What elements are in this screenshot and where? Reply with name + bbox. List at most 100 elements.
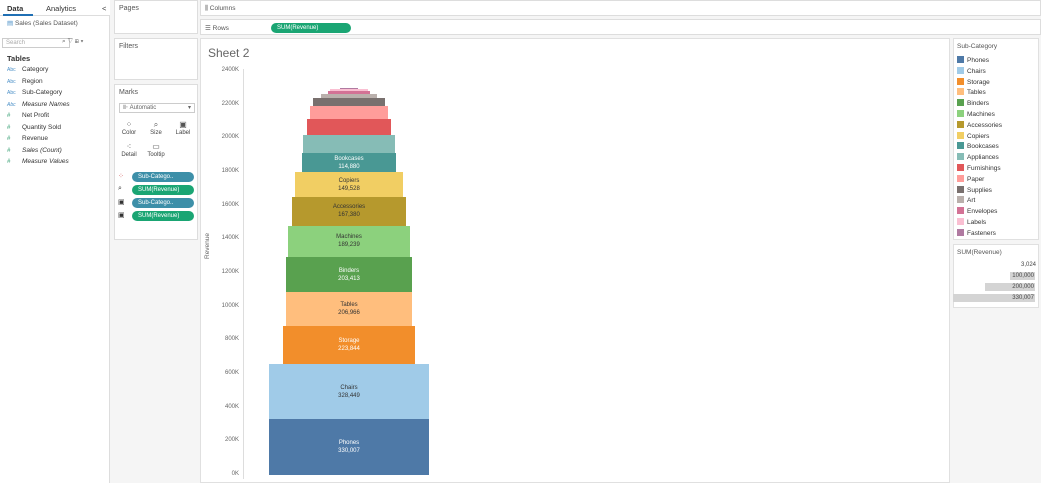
legend-swatch	[957, 142, 964, 150]
funnel-bar-chairs[interactable]: Chairs 328,449	[269, 364, 429, 420]
tab-data[interactable]: Data	[7, 4, 23, 13]
legend-item[interactable]: Storage	[957, 77, 990, 86]
funnel-bar-machines[interactable]: Machines 189,239	[288, 225, 410, 258]
y-tick-label: 400K	[224, 403, 239, 410]
pages-card[interactable]: Pages	[114, 0, 198, 34]
legend-label: Supplies	[967, 186, 992, 194]
legend-item[interactable]: Appliances	[957, 153, 999, 161]
bar-label: Tables	[340, 302, 358, 309]
funnel-bar-accessories[interactable]: Accessories 167,380	[292, 197, 406, 226]
marks-pill-label-revenue[interactable]: SUM(Revenue)	[132, 211, 194, 221]
legend-item[interactable]: Phones	[957, 56, 989, 64]
legend-swatch	[957, 99, 964, 107]
legend-item[interactable]: Chairs	[957, 66, 986, 75]
funnel-bar-bookcases[interactable]: Bookcases 114,880	[301, 152, 397, 173]
bar-label: Accessories	[332, 204, 366, 211]
legend-swatch	[957, 88, 964, 96]
legend-item[interactable]: Copiers	[957, 131, 989, 140]
mark-type-select[interactable]: ⊪ Automatic ▾	[119, 103, 195, 113]
funnel-bar-binders[interactable]: Binders 203,413	[286, 257, 412, 292]
y-tick-label: 800K	[224, 336, 239, 343]
legend-swatch	[957, 110, 964, 117]
funnel-bar-art[interactable]	[321, 93, 377, 99]
funnel-bar-appliances[interactable]	[303, 134, 395, 153]
legend-label: Storage	[967, 78, 990, 86]
legend-item[interactable]: Paper	[957, 174, 985, 183]
legend-item[interactable]: Machines	[957, 110, 995, 118]
legend-item[interactable]: Fasteners	[957, 228, 996, 237]
legend-swatch	[957, 207, 964, 215]
field-item[interactable]: # Quantity Sold	[7, 124, 61, 131]
legend-swatch	[957, 218, 964, 225]
columns-shelf[interactable]: ⫼ Columns	[200, 0, 1041, 16]
legend-label: Paper	[967, 175, 985, 183]
view-options-icon[interactable]: ⊞ ▾	[75, 38, 84, 45]
field-item[interactable]: Abc Region	[7, 78, 43, 85]
field-item[interactable]: Abc Measure Names	[7, 101, 70, 108]
funnel-bar-fasteners[interactable]	[339, 88, 359, 90]
tab-analytics[interactable]: Analytics	[46, 4, 76, 13]
marks-pill-color[interactable]: Sub-Catego..	[132, 172, 194, 182]
legend-item[interactable]: Tables	[957, 88, 986, 96]
detail-button[interactable]: ⁖ Detail	[117, 142, 141, 158]
field-item[interactable]: # Net Profit	[7, 112, 49, 119]
color-icon: ⁘	[125, 120, 133, 129]
size-legend-item: 200,000	[984, 283, 1035, 291]
legend-swatch	[957, 185, 964, 193]
funnel-bar-envelopes[interactable]	[327, 90, 371, 94]
dimension-type-icon: Abc	[7, 101, 16, 108]
funnel-bar-furnishings[interactable]	[306, 119, 392, 135]
legend-swatch	[957, 56, 964, 63]
legend-swatch	[957, 66, 964, 74]
field-item[interactable]: # Measure Values	[7, 158, 69, 165]
size-icon: ⌕	[153, 120, 159, 129]
detail-icon: ⁖	[126, 142, 132, 151]
legend-item[interactable]: Supplies	[957, 185, 992, 194]
size-button[interactable]: ⌕ Size	[144, 120, 168, 136]
rows-shelf[interactable]: ☰ Rows SUM(Revenue)	[200, 19, 1041, 35]
y-tick-label: 2200K	[221, 100, 239, 107]
legend-label: Furnishings	[967, 165, 1001, 172]
rows-pill-revenue[interactable]: SUM(Revenue)	[271, 23, 351, 33]
legend-item[interactable]: Envelopes	[957, 207, 997, 215]
search-icon[interactable]: ⌕	[62, 38, 66, 45]
datasource-icon: ▤	[7, 20, 15, 27]
filters-card[interactable]: Filters	[114, 38, 198, 80]
label-button[interactable]: ▣ Label	[171, 120, 195, 136]
tooltip-button[interactable]: ▭ Tooltip	[144, 142, 168, 158]
datasource-item[interactable]: ▤ Sales (Sales Dataset)	[7, 19, 78, 27]
funnel-bar-paper[interactable]	[309, 106, 388, 120]
legend-item[interactable]: Labels	[957, 218, 986, 226]
funnel-bar-phones[interactable]: Phones 330,007	[269, 419, 429, 475]
funnel-bar-tables[interactable]: Tables 206,966	[285, 291, 413, 327]
collapse-pane-icon[interactable]: <	[102, 4, 106, 13]
field-item[interactable]: Abc Sub-Category	[7, 89, 62, 96]
size-legend-item: 100,000	[1010, 272, 1035, 280]
bar-label: 189,239	[338, 242, 360, 249]
filter-icon[interactable]: ▽	[67, 38, 72, 45]
marks-pill-label-category[interactable]: Sub-Catego..	[132, 198, 194, 208]
legend-item[interactable]: Accessories	[957, 120, 1002, 129]
field-item[interactable]: Abc Category	[7, 66, 48, 73]
funnel-bar-copiers[interactable]: Copiers 149,528	[295, 172, 403, 198]
marks-pill-size[interactable]: SUM(Revenue)	[132, 185, 194, 195]
color-button[interactable]: ⁘ Color	[117, 120, 141, 136]
bar-label: Chairs	[340, 384, 358, 391]
funnel-bar-storage[interactable]: Storage 223,844	[283, 326, 415, 365]
legend-swatch	[957, 120, 964, 128]
field-name: Region	[22, 77, 43, 85]
search-input[interactable]: Search	[2, 38, 70, 48]
funnel-bar-supplies[interactable]	[312, 98, 386, 107]
bar-label: 149,528	[338, 185, 360, 192]
legend-item[interactable]: Furnishings	[957, 164, 1001, 172]
field-name: Sub-Category	[22, 89, 63, 96]
legend-swatch	[957, 228, 964, 236]
field-item[interactable]: # Sales (Count)	[7, 147, 62, 154]
legend-item[interactable]: Bookcases	[957, 142, 999, 150]
bar-label: 114,880	[338, 163, 360, 170]
y-tick-label: 600K	[224, 370, 239, 376]
legend-item[interactable]: Art	[957, 196, 975, 204]
sheet-title[interactable]: Sheet 2	[208, 46, 249, 60]
field-item[interactable]: # Revenue	[7, 135, 48, 142]
legend-item[interactable]: Binders	[957, 99, 989, 107]
